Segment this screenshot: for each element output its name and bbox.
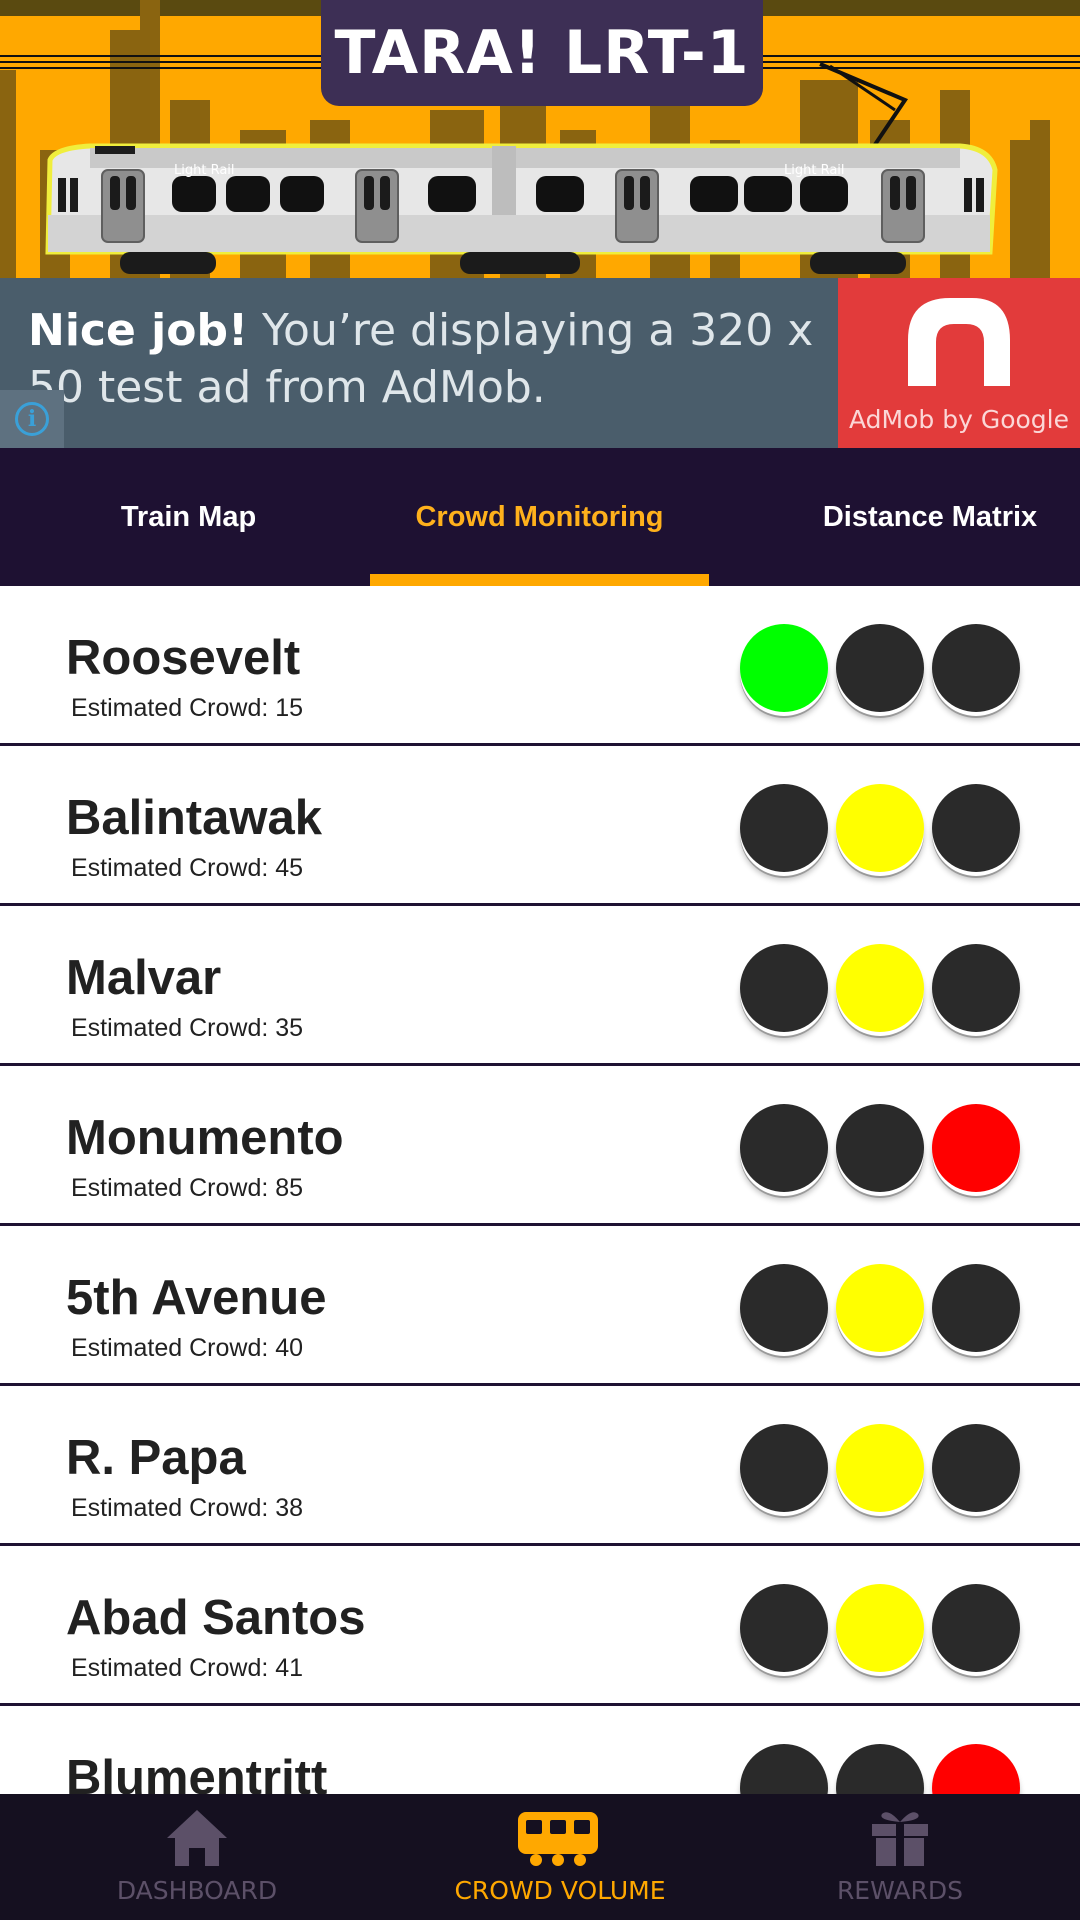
train-icon (518, 1812, 598, 1866)
traffic-light-high (932, 1264, 1020, 1352)
traffic-light-medium (836, 1584, 924, 1672)
nav-dashboard-label: DASHBOARD (116, 1876, 278, 1905)
station-list[interactable]: Roosevelt Estimated Crowd: 15 Balintawak… (0, 586, 1080, 1794)
station-name: Roosevelt (66, 631, 301, 685)
traffic-light-low (740, 944, 828, 1032)
bottom-navigation: DASHBOARD CROWD VOLUME REWARDS (0, 1794, 1080, 1920)
tab-crowd-monitoring[interactable]: Crowd Monitoring (370, 448, 709, 586)
estimated-crowd: Estimated Crowd: 35 (71, 1014, 303, 1043)
estimated-crowd-label: Estimated Crowd: (71, 1334, 276, 1362)
estimated-crowd-value: 38 (275, 1494, 304, 1522)
station-name: R. Papa (66, 1431, 246, 1485)
traffic-light-high (932, 624, 1020, 712)
station-row[interactable]: Blumentritt (0, 1706, 1080, 1794)
estimated-crowd: Estimated Crowd: 40 (71, 1334, 303, 1363)
estimated-crowd-value: 45 (275, 854, 304, 882)
tab-bar: Train Map Crowd Monitoring Distance Matr… (0, 448, 1080, 586)
traffic-light-low (740, 784, 828, 872)
estimated-crowd: Estimated Crowd: 38 (71, 1494, 303, 1523)
traffic-light-low (740, 1104, 828, 1192)
crowd-traffic-light (738, 1736, 1038, 1794)
info-icon: i (15, 402, 49, 436)
station-name: Blumentritt (66, 1751, 328, 1794)
gift-icon (872, 1812, 928, 1866)
crowd-traffic-light (738, 1256, 1038, 1356)
station-row[interactable]: R. Papa Estimated Crowd: 38 (0, 1386, 1080, 1546)
admob-logo-icon (908, 298, 1010, 386)
crowd-traffic-light (738, 1416, 1038, 1516)
estimated-crowd-label: Estimated Crowd: (71, 854, 276, 882)
estimated-crowd-value: 40 (275, 1334, 304, 1362)
estimated-crowd: Estimated Crowd: 41 (71, 1654, 303, 1683)
traffic-light-high (932, 944, 1020, 1032)
station-row[interactable]: Roosevelt Estimated Crowd: 15 (0, 586, 1080, 746)
tab-distance-matrix[interactable]: Distance Matrix (790, 448, 1070, 586)
station-name: Balintawak (66, 791, 322, 845)
app-title: TARA! LRT-1 (334, 18, 750, 88)
station-row[interactable]: Balintawak Estimated Crowd: 45 (0, 746, 1080, 906)
tab-train-map[interactable]: Train Map (0, 448, 377, 586)
estimated-crowd-value: 41 (275, 1654, 304, 1682)
traffic-light-medium (836, 944, 924, 1032)
traffic-light-low (740, 1424, 828, 1512)
station-name: Monumento (66, 1111, 344, 1165)
admob-brand-label: AdMob by Google (849, 405, 1069, 434)
nav-crowd-volume-label: CROWD VOLUME (454, 1876, 666, 1905)
nav-crowd-volume[interactable]: CROWD VOLUME (380, 1794, 740, 1920)
estimated-crowd-label: Estimated Crowd: (71, 1494, 276, 1522)
crowd-traffic-light (738, 1576, 1038, 1676)
traffic-light-high (932, 1584, 1020, 1672)
traffic-light-high (932, 1424, 1020, 1512)
traffic-light-medium (836, 1264, 924, 1352)
traffic-light-high (932, 784, 1020, 872)
traffic-light-medium (836, 624, 924, 712)
crowd-traffic-light (738, 616, 1038, 716)
test-ad-banner[interactable]: Nice job! You’re displaying a 320 x 50 t… (0, 278, 1080, 448)
estimated-crowd-label: Estimated Crowd: (71, 1174, 276, 1202)
nav-rewards[interactable]: REWARDS (720, 1794, 1080, 1920)
app-title-box: TARA! LRT-1 (321, 0, 763, 106)
nav-rewards-label: REWARDS (836, 1876, 964, 1905)
crowd-traffic-light (738, 936, 1038, 1036)
traffic-light-low (740, 1584, 828, 1672)
station-row[interactable]: Monumento Estimated Crowd: 85 (0, 1066, 1080, 1226)
estimated-crowd-label: Estimated Crowd: (71, 694, 276, 722)
traffic-light-medium (836, 1104, 924, 1192)
estimated-crowd: Estimated Crowd: 45 (71, 854, 303, 883)
estimated-crowd-label: Estimated Crowd: (71, 1014, 276, 1042)
station-row[interactable]: 5th Avenue Estimated Crowd: 40 (0, 1226, 1080, 1386)
estimated-crowd-value: 35 (275, 1014, 304, 1042)
estimated-crowd-value: 85 (275, 1174, 304, 1202)
estimated-crowd: Estimated Crowd: 85 (71, 1174, 303, 1203)
station-name: Abad Santos (66, 1591, 366, 1645)
active-tab-indicator (370, 574, 709, 586)
train-label-left: Light Rail (174, 163, 235, 178)
header-banner: Light Rail Light Rail TARA! LRT-1 (0, 0, 1080, 278)
crowd-traffic-light (738, 776, 1038, 876)
admob-brand-panel: AdMob by Google (838, 278, 1080, 448)
station-row[interactable]: Malvar Estimated Crowd: 35 (0, 906, 1080, 1066)
estimated-crowd-value: 15 (275, 694, 304, 722)
traffic-light-low (740, 624, 828, 712)
station-name: 5th Avenue (66, 1271, 327, 1325)
traffic-light-low (740, 1264, 828, 1352)
ad-headline: Nice job! You’re displaying a 320 x 50 t… (28, 302, 828, 416)
estimated-crowd: Estimated Crowd: 15 (71, 694, 303, 723)
traffic-light-high (932, 1104, 1020, 1192)
traffic-light-medium (836, 784, 924, 872)
station-name: Malvar (66, 951, 222, 1005)
traffic-light-low (740, 1744, 828, 1794)
traffic-light-high (932, 1744, 1020, 1794)
traffic-light-medium (836, 1424, 924, 1512)
estimated-crowd-label: Estimated Crowd: (71, 1654, 276, 1682)
nav-dashboard[interactable]: DASHBOARD (17, 1794, 377, 1920)
ad-headline-bold: Nice job! (28, 305, 249, 356)
train-label-right: Light Rail (784, 163, 845, 178)
home-icon (167, 1810, 227, 1866)
station-row[interactable]: Abad Santos Estimated Crowd: 41 (0, 1546, 1080, 1706)
traffic-light-medium (836, 1744, 924, 1794)
ad-info-button[interactable]: i (0, 390, 64, 448)
crowd-traffic-light (738, 1096, 1038, 1196)
